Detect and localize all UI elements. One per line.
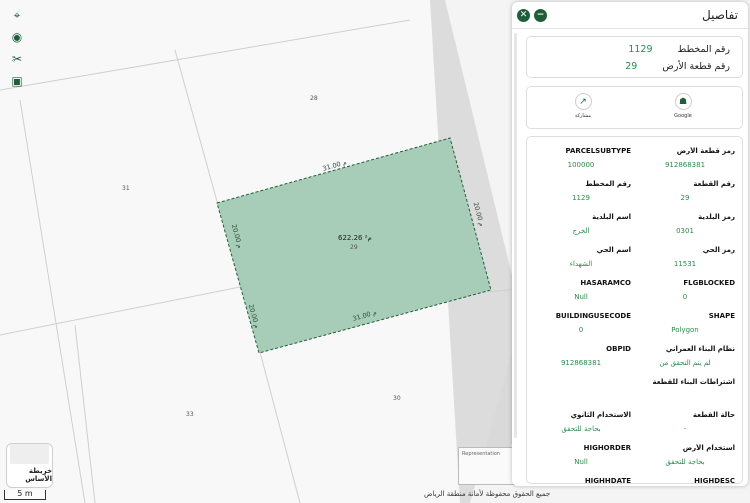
- attribute-value: Null: [574, 458, 588, 466]
- overview-map[interactable]: Representation: [458, 447, 518, 485]
- attribute-key: BUILDINGUSECODE: [555, 312, 631, 320]
- google-button[interactable]: ☗ Google: [663, 93, 703, 119]
- attribute-key: SHAPE: [708, 312, 735, 320]
- attribute-key: رمز الحي: [702, 246, 735, 254]
- scale-bar: 5 m: [4, 490, 46, 500]
- attribute-key: نظام البناء العمراني: [665, 345, 735, 353]
- actions-card: ☗ Google ↗ مشاركة: [526, 86, 743, 129]
- attribute-value: لم يتم التحقق من: [659, 359, 711, 367]
- attribute-key: حالة القطعة: [692, 411, 735, 419]
- attribute-value: 100000: [567, 161, 595, 169]
- attribute-value: 1129: [572, 194, 590, 202]
- summary-row-parcel: رقم قطعة الأرض 29: [625, 61, 730, 72]
- locate-icon[interactable]: ⌖: [6, 6, 28, 24]
- attribute-value: الشهداء: [569, 260, 593, 268]
- summary-row-plan: رقم المخطط 1129: [628, 44, 730, 55]
- summary-label: رقم المخطط: [677, 44, 730, 55]
- attribute-key: رقم المخطط: [585, 180, 631, 188]
- attribute-value: 0301: [676, 227, 694, 235]
- share-label: مشاركة: [574, 113, 592, 119]
- attribute-key: HIGHDESC: [694, 477, 735, 485]
- summary-card: رقم المخطط 1129 رقم قطعة الأرض 29: [526, 36, 743, 78]
- minimize-icon[interactable]: −: [534, 9, 547, 22]
- attribute-key: PARCELSUBTYPE: [565, 147, 632, 155]
- map-book-icon[interactable]: ▣: [6, 72, 28, 90]
- attribute-key: اشتراطات البناء للقطعة: [652, 378, 735, 386]
- tools-icon[interactable]: ✂: [6, 50, 28, 68]
- google-maps-icon: ☗: [674, 93, 692, 110]
- share-button[interactable]: ↗ مشاركة: [563, 93, 603, 119]
- parcel-number-label: 29: [350, 244, 358, 251]
- panel-header: ✕ − تفاصيل: [512, 2, 748, 29]
- close-icon[interactable]: ✕: [517, 9, 530, 22]
- summary-label: رقم قطعة الأرض: [662, 61, 730, 72]
- attribute-key: HIGHHDATE: [584, 477, 631, 485]
- summary-value: 29: [625, 61, 638, 72]
- attribute-value: 912868381: [560, 359, 602, 367]
- scrollbar[interactable]: [514, 33, 517, 438]
- summary-value: 1129: [628, 44, 653, 55]
- basemap-switcher[interactable]: خريطة الأساس: [6, 443, 53, 488]
- details-panel: ✕ − تفاصيل رقم المخطط 1129 رقم قطعة الأر…: [512, 2, 748, 486]
- attribute-key: HIGHORDER: [583, 444, 631, 452]
- attribute-value: بحاجة للتحقق: [561, 425, 601, 433]
- map-attribution: جميع الحقوق محفوظة لأمانة منطقة الرياض: [424, 490, 551, 498]
- attribute-value: الخرج: [572, 227, 590, 235]
- attribute-key: الاستخدام الثانوي: [570, 411, 631, 419]
- basemap-thumbnail: [10, 444, 49, 464]
- attribute-value: 0: [578, 326, 584, 334]
- attribute-value: 0: [682, 293, 688, 301]
- share-icon: ↗: [574, 93, 592, 110]
- attribute-key: رمز البلدية: [698, 213, 735, 221]
- attribute-value: 912868381: [664, 161, 706, 169]
- attribute-key: استخدام الأرض: [682, 444, 735, 452]
- globe-icon[interactable]: ◉: [6, 28, 28, 46]
- attribute-value: -: [683, 425, 687, 433]
- map-toolbar: ⌖ ◉ ✂ ▣: [6, 6, 28, 90]
- attribute-key: HASARAMCO: [580, 279, 631, 287]
- panel-title: تفاصيل: [702, 8, 738, 22]
- attribute-key: FLGBLOCKED: [683, 279, 735, 287]
- attribute-key: اسم الحي: [596, 246, 631, 254]
- overview-label: Representation: [462, 451, 500, 457]
- attribute-value: Polygon: [671, 326, 699, 334]
- parcel-area-label: 622.26 م²: [338, 234, 372, 242]
- panel-body[interactable]: رقم المخطط 1129 رقم قطعة الأرض 29 ☗ Goog…: [512, 29, 748, 486]
- parcel-label-south: 30: [393, 395, 401, 402]
- attribute-value: بحاجة للتحقق: [665, 458, 705, 466]
- parcel-label-southwest: 33: [186, 411, 194, 418]
- attribute-key: OBPID: [606, 345, 631, 353]
- attributes-card: رمز قطعة الأرض 912868381 PARCELSUBTYPE 1000…: [526, 136, 743, 485]
- attribute-value: 29: [680, 194, 690, 202]
- attribute-key: رمز قطعة الأرض: [676, 147, 735, 155]
- attribute-value: Null: [574, 293, 588, 301]
- attribute-key: رقم القطعة: [693, 180, 735, 188]
- parcel-label-north: 28: [310, 95, 318, 102]
- google-label: Google: [674, 113, 692, 119]
- basemap-label: خريطة الأساس: [25, 467, 52, 483]
- attribute-value: 11531: [673, 260, 697, 268]
- attribute-key: اسم البلدية: [592, 213, 631, 221]
- parcel-label-west: 31: [122, 185, 130, 192]
